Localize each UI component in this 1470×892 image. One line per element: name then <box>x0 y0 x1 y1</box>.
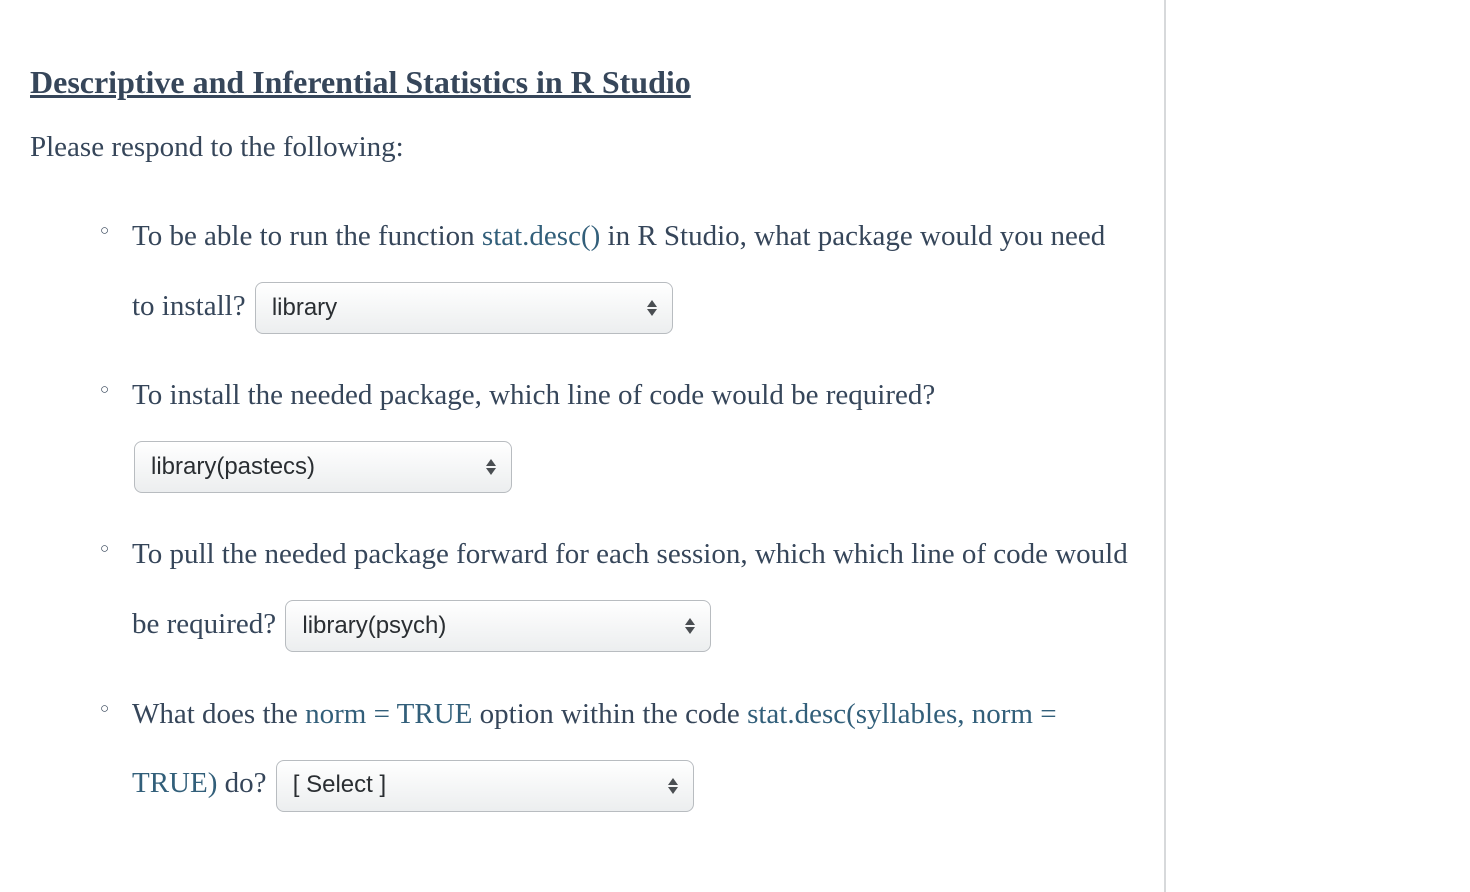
q3-select-label: library(psych) <box>302 612 446 641</box>
q1-select[interactable]: library <box>255 282 673 334</box>
q2-text: To install the needed package, which lin… <box>132 379 935 411</box>
q4-select[interactable]: [ Select ] <box>276 760 694 812</box>
q1-select-label: library <box>272 294 337 323</box>
q4-text-b: option within the code <box>472 698 747 730</box>
question-item-4: What does the norm = TRUE option within … <box>100 680 1134 819</box>
question-list: To be able to run the function stat.desc… <box>100 202 1134 819</box>
q4-select-label: [ Select ] <box>293 771 386 800</box>
updown-icon <box>485 459 497 475</box>
question-item-2: To install the needed package, which lin… <box>100 361 1134 500</box>
q1-text-a: To be able to run the function <box>132 220 482 252</box>
question-item-1: To be able to run the function stat.desc… <box>100 202 1134 341</box>
intro-text: Please respond to the following: <box>30 131 1134 164</box>
updown-icon <box>646 300 658 316</box>
q3-select[interactable]: library(psych) <box>285 600 711 652</box>
q2-select-label: library(pastecs) <box>151 453 315 482</box>
q4-text-a: What does the <box>132 698 305 730</box>
page-title: Descriptive and Inferential Statistics i… <box>30 64 1134 101</box>
question-page: Descriptive and Inferential Statistics i… <box>0 0 1166 892</box>
q4-text-c: do? <box>217 767 273 799</box>
q1-code: stat.desc() <box>482 220 600 252</box>
updown-icon <box>667 778 679 794</box>
updown-icon <box>684 618 696 634</box>
question-item-3: To pull the needed package forward for e… <box>100 520 1134 659</box>
q2-select[interactable]: library(pastecs) <box>134 441 512 493</box>
q4-code-a: norm = TRUE <box>305 698 472 730</box>
